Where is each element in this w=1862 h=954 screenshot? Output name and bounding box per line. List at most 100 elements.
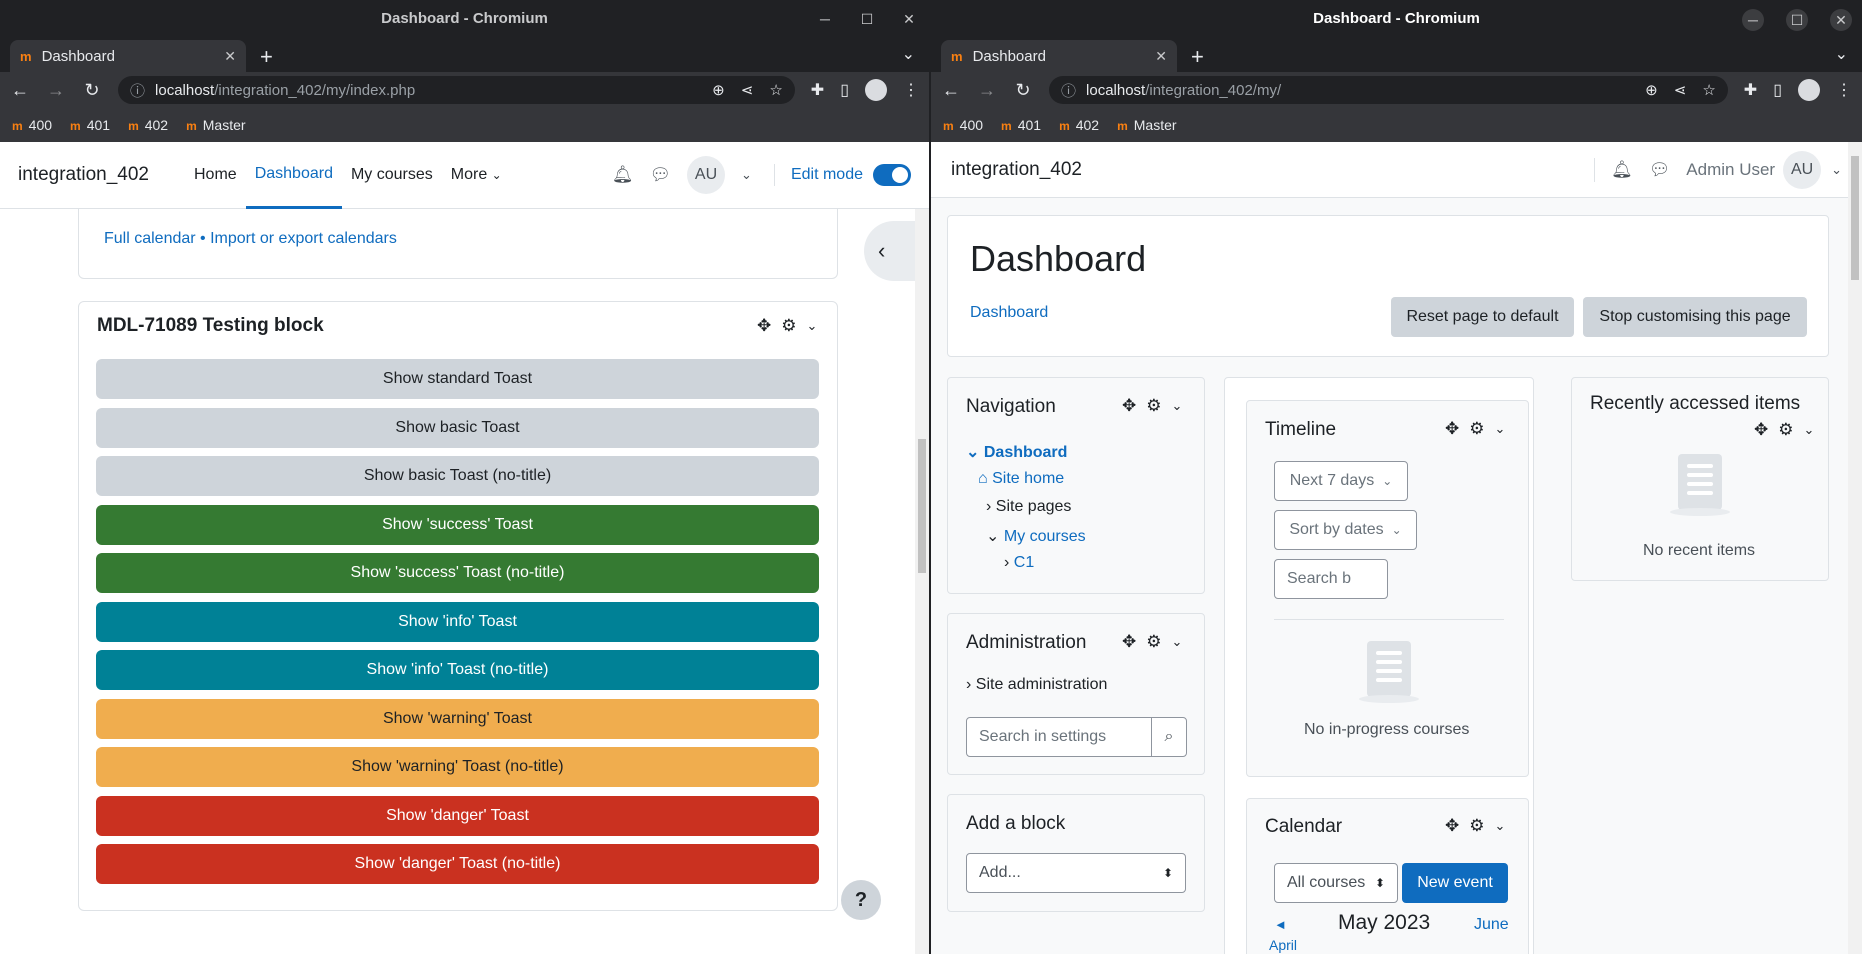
messages-icon[interactable]: 💬︎ <box>649 165 671 185</box>
user-menu-chevron-icon[interactable]: ⌄ <box>741 167 752 183</box>
stop-customising-button[interactable]: Stop customising this page <box>1583 297 1807 337</box>
chevron-down-icon[interactable]: ⌄ <box>1495 818 1506 834</box>
site-info-icon[interactable]: ⓘ <box>1061 80 1076 101</box>
gear-icon[interactable]: ⚙ <box>1469 419 1484 439</box>
browser-menu-icon[interactable]: ⋮ <box>903 80 919 100</box>
tab-close-icon[interactable]: ✕ <box>1155 48 1167 65</box>
chevron-down-icon[interactable]: ⌄ <box>1172 634 1183 650</box>
forward-icon[interactable]: → <box>46 80 66 101</box>
bookmark-star-icon[interactable]: ☆ <box>769 81 782 99</box>
calendar-footer-links[interactable]: Full calendar • Import or export calenda… <box>104 230 397 248</box>
extensions-icon[interactable]: ✚ <box>811 80 824 100</box>
reload-icon[interactable]: ↻ <box>1013 80 1033 101</box>
calendar-course-select[interactable]: All courses ⬍ <box>1274 863 1398 903</box>
calendar-prev-month[interactable]: April <box>1269 937 1297 953</box>
user-avatar[interactable]: AU <box>1783 150 1822 189</box>
nav-node-c1[interactable]: › C1 <box>1004 554 1034 572</box>
nav-node-dashboard[interactable]: ⌄ Dashboard <box>966 442 1067 462</box>
nav-node-site-home[interactable]: ⌂ Site home <box>978 470 1064 488</box>
gear-icon[interactable]: ⚙ <box>1146 632 1161 652</box>
page-scrollbar[interactable] <box>915 209 929 954</box>
move-icon[interactable]: ✥ <box>757 316 771 336</box>
edit-mode-switch[interactable]: Edit mode <box>773 164 911 186</box>
profile-icon[interactable] <box>865 79 887 101</box>
move-icon[interactable]: ✥ <box>1122 396 1136 416</box>
page-scrollbar[interactable] <box>1848 142 1862 954</box>
forward-icon[interactable]: → <box>977 80 997 101</box>
back-icon[interactable]: ← <box>10 80 30 101</box>
maximize-icon[interactable]: ☐ <box>1786 9 1808 31</box>
admin-search-button[interactable]: ⌕ <box>1151 717 1187 757</box>
move-icon[interactable]: ✥ <box>1754 420 1768 440</box>
toast-button[interactable]: Show 'warning' Toast <box>96 698 819 739</box>
share-icon[interactable]: ⋖ <box>1674 81 1687 99</box>
site-name[interactable]: integration_402 <box>18 164 149 186</box>
new-event-button[interactable]: New event <box>1402 863 1508 903</box>
side-panel-icon[interactable]: ▯ <box>840 80 849 100</box>
toast-button[interactable]: Show 'info' Toast (no-title) <box>96 650 819 690</box>
gear-icon[interactable]: ⚙ <box>1146 396 1161 416</box>
chevron-down-icon[interactable]: ⌄ <box>807 318 818 334</box>
tab-dashboard[interactable]: m Dashboard ✕ <box>10 40 246 72</box>
timeline-sort-dropdown[interactable]: Sort by dates ⌄ <box>1274 510 1417 550</box>
move-icon[interactable]: ✥ <box>1122 632 1136 652</box>
messages-icon[interactable]: 💬︎ <box>1649 160 1671 180</box>
user-menu-chevron-icon[interactable]: ⌄ <box>1831 162 1842 178</box>
site-name[interactable]: integration_402 <box>951 159 1082 181</box>
share-icon[interactable]: ⋖ <box>741 81 754 99</box>
back-icon[interactable]: ← <box>941 80 961 101</box>
minimize-icon[interactable]: ─ <box>815 9 835 29</box>
toast-button[interactable]: Show 'danger' Toast <box>96 795 819 836</box>
bookmark-401[interactable]: m 401 <box>1001 117 1041 133</box>
nav-dashboard[interactable]: Dashboard <box>245 142 342 209</box>
bookmark-400[interactable]: m 400 <box>943 117 983 133</box>
new-tab-icon[interactable]: + <box>1191 44 1204 70</box>
nav-node-my-courses[interactable]: ⌄ My courses <box>986 526 1086 546</box>
toast-button[interactable]: Show standard Toast <box>96 359 819 399</box>
bookmark-402[interactable]: m 402 <box>1059 117 1099 133</box>
bookmark-star-icon[interactable]: ☆ <box>1702 81 1715 99</box>
profile-icon[interactable] <box>1798 79 1820 101</box>
gear-icon[interactable]: ⚙ <box>1469 816 1484 836</box>
new-tab-icon[interactable]: + <box>260 44 273 70</box>
chevron-down-icon[interactable]: ⌄ <box>1172 398 1183 414</box>
nav-home[interactable]: Home <box>185 142 246 209</box>
zoom-icon[interactable]: ⊕ <box>1645 81 1658 99</box>
tab-search-icon[interactable]: ⌄ <box>1835 44 1848 64</box>
scrollbar-thumb[interactable] <box>918 439 926 573</box>
edit-mode-toggle[interactable] <box>873 164 911 186</box>
bookmark-400[interactable]: m 400 <box>12 117 52 133</box>
nav-node-site-administration[interactable]: › Site administration <box>966 676 1107 694</box>
bookmark-402[interactable]: m 402 <box>128 117 168 133</box>
nav-node-site-pages[interactable]: › Site pages <box>986 498 1071 516</box>
chevron-down-icon[interactable]: ⌄ <box>1495 421 1506 437</box>
toast-button[interactable]: Show basic Toast (no-title) <box>96 456 819 496</box>
site-info-icon[interactable]: ⓘ <box>130 80 145 101</box>
gear-icon[interactable]: ⚙ <box>781 316 796 336</box>
notification-bell-icon[interactable]: 🔔︎ <box>1611 160 1633 180</box>
admin-search-input[interactable]: Search in settings <box>966 717 1152 757</box>
calendar-prev-icon[interactable]: ◄ <box>1274 917 1287 932</box>
browser-menu-icon[interactable]: ⋮ <box>1836 80 1852 100</box>
open-block-drawer-button[interactable]: ‹ <box>864 221 915 281</box>
address-bar[interactable]: ⓘ localhost/integration_402/my/index.php… <box>118 76 795 104</box>
maximize-icon[interactable]: ☐ <box>857 9 877 29</box>
bookmark-master[interactable]: m Master <box>186 117 245 133</box>
add-block-select[interactable]: Add... ⬍ <box>966 853 1186 893</box>
close-icon[interactable]: ✕ <box>899 9 919 29</box>
toast-button[interactable]: Show 'success' Toast (no-title) <box>96 553 819 593</box>
side-panel-icon[interactable]: ▯ <box>1773 80 1782 100</box>
address-bar[interactable]: ⓘ localhost/integration_402/my/ ⊕ ⋖ ☆ <box>1049 76 1728 104</box>
toast-button[interactable]: Show 'info' Toast <box>96 601 819 642</box>
bookmark-master[interactable]: m Master <box>1117 117 1176 133</box>
timeline-search-input[interactable]: Search b <box>1274 559 1388 599</box>
toast-button[interactable]: Show 'warning' Toast (no-title) <box>96 747 819 787</box>
reload-icon[interactable]: ↻ <box>82 80 102 101</box>
toast-button[interactable]: Show 'danger' Toast (no-title) <box>96 844 819 884</box>
timeline-filter-dropdown[interactable]: Next 7 days ⌄ <box>1274 461 1408 501</box>
minimize-icon[interactable]: ─ <box>1742 9 1764 31</box>
help-button[interactable]: ? <box>841 880 881 920</box>
scrollbar-thumb[interactable] <box>1851 156 1859 280</box>
nav-my-courses[interactable]: My courses <box>342 142 442 209</box>
tab-dashboard[interactable]: m Dashboard ✕ <box>941 40 1177 72</box>
